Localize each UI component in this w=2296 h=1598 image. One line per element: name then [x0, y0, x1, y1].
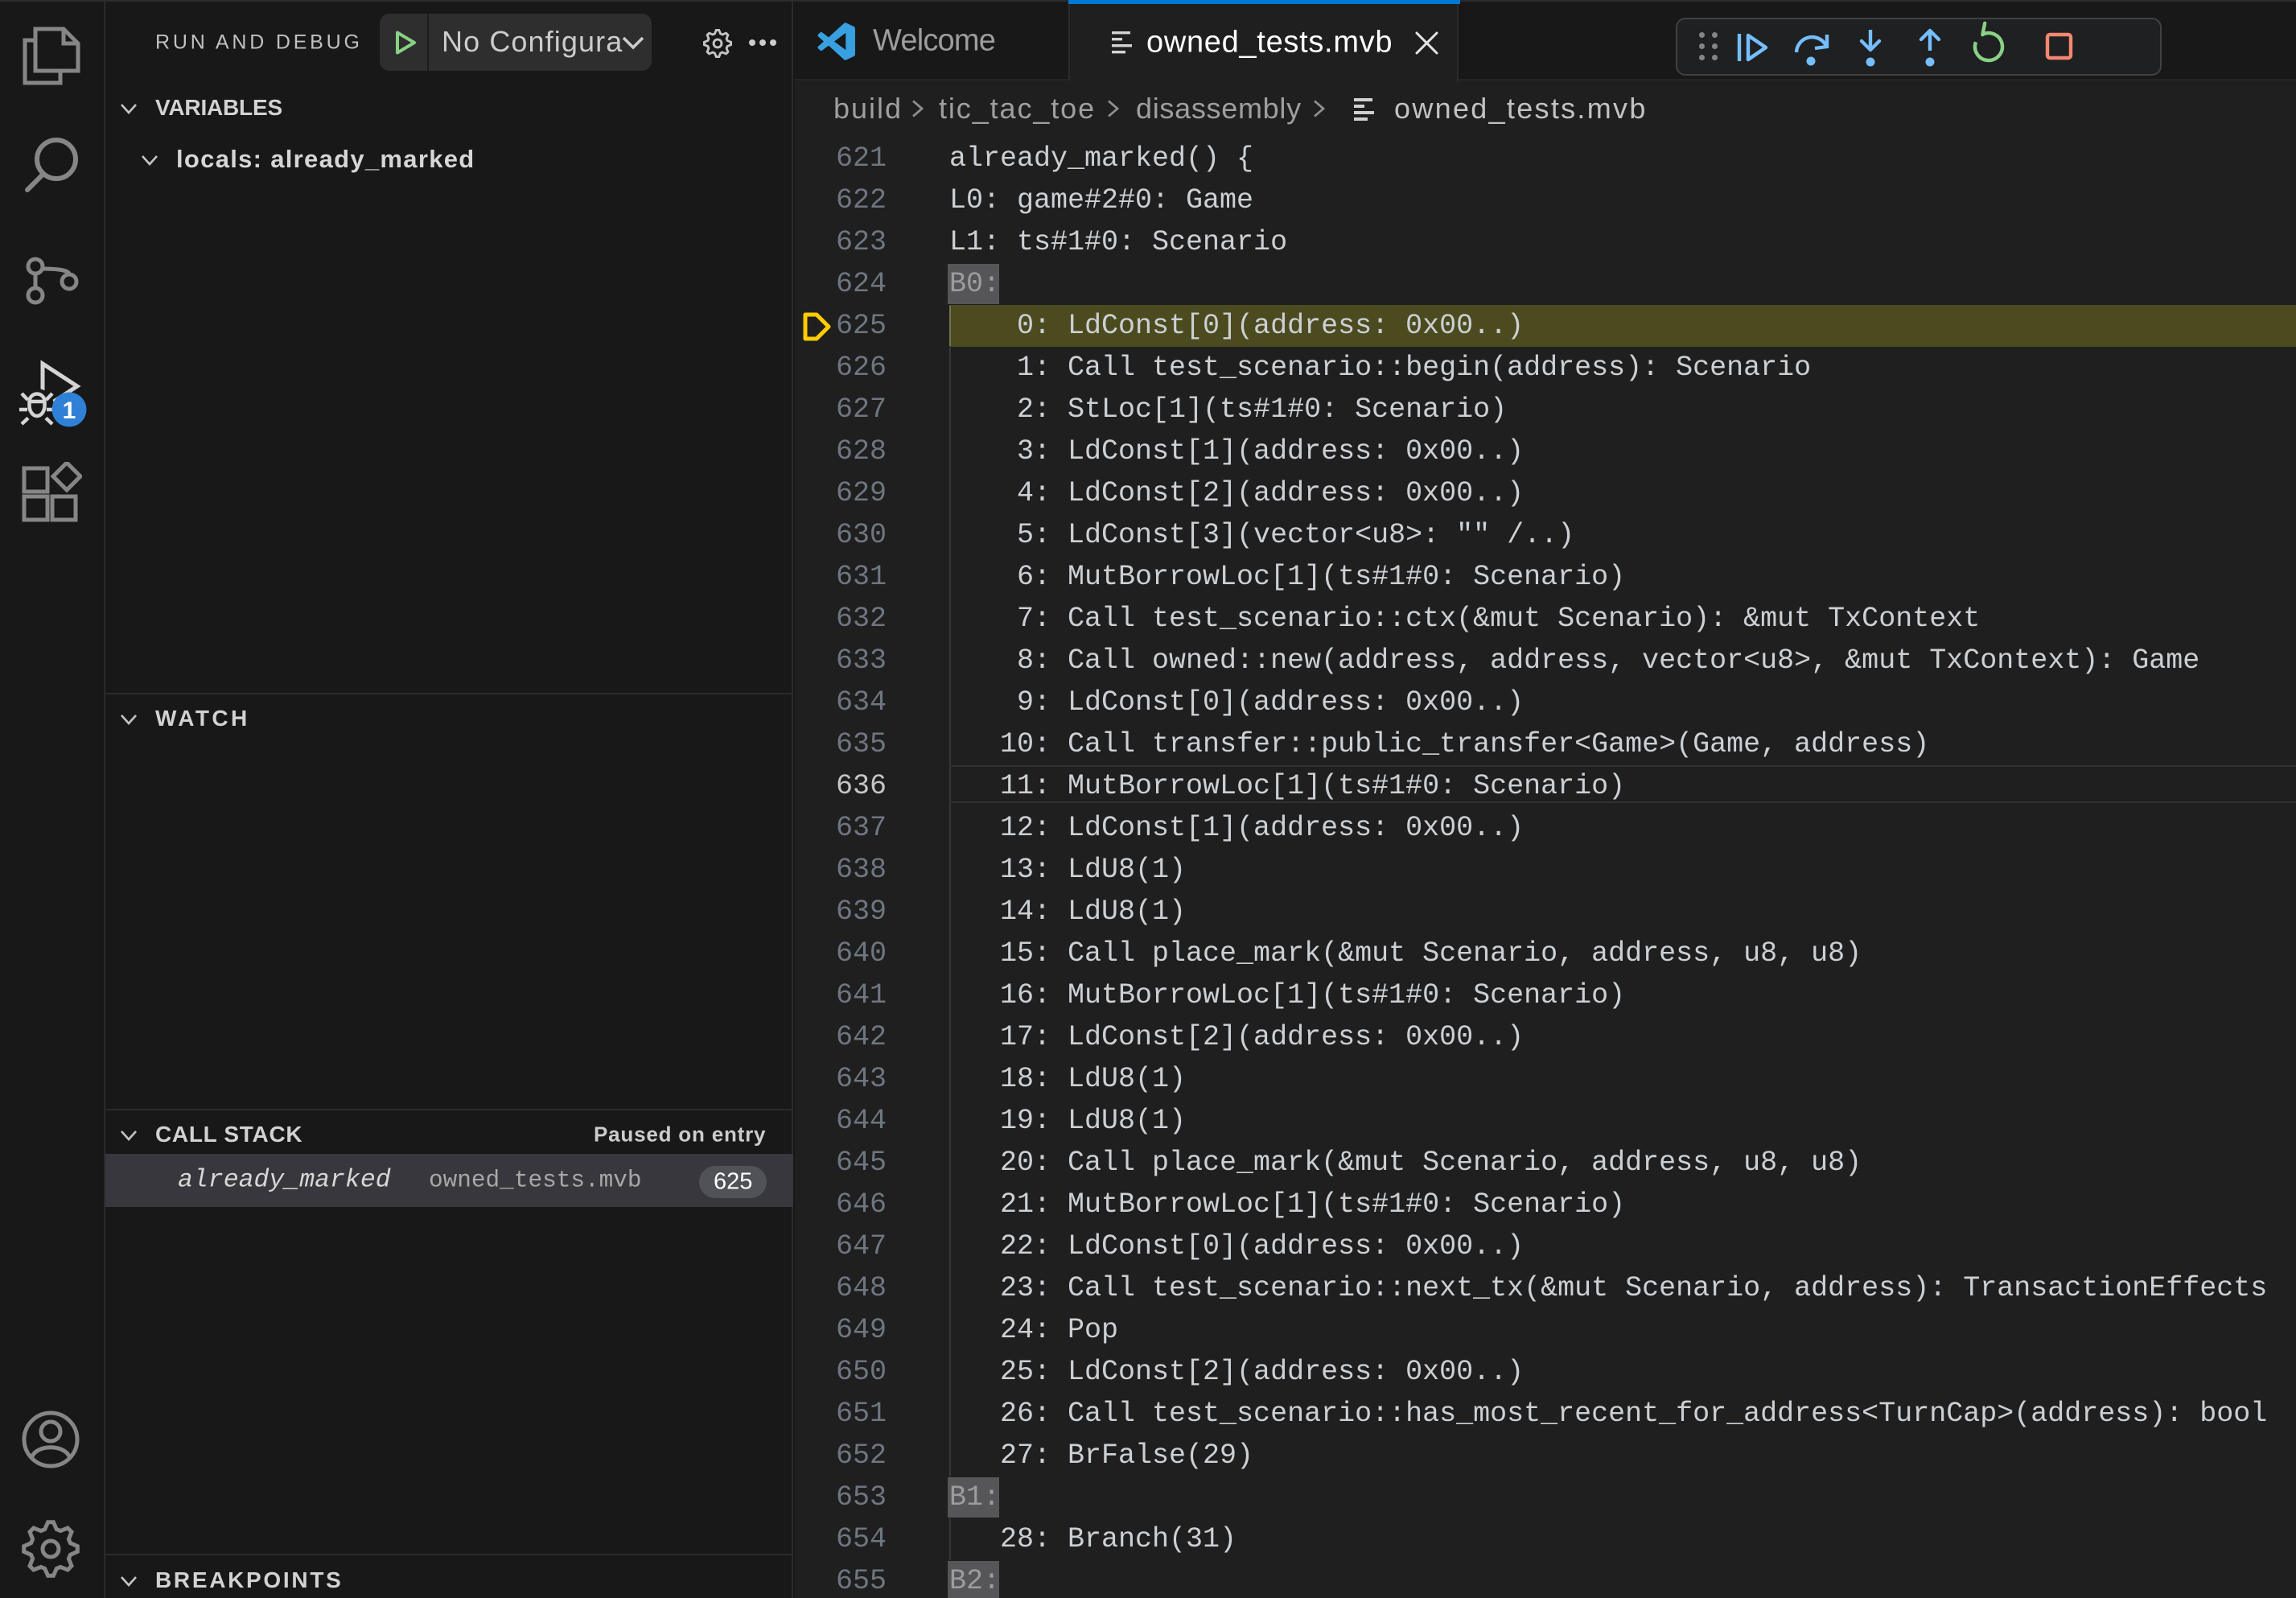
svg-text:1: 1 — [63, 397, 76, 424]
